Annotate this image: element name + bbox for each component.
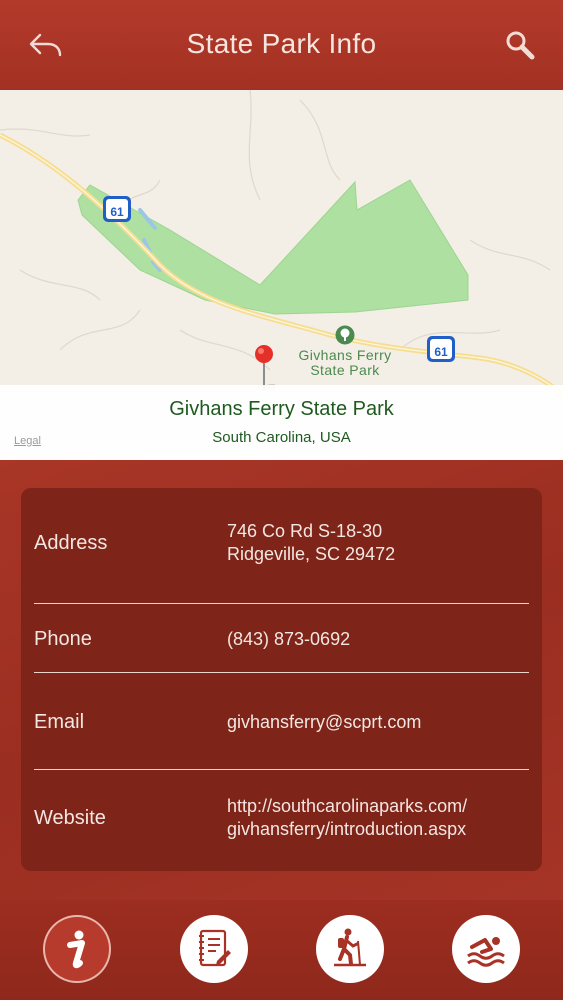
- email-label: Email: [34, 711, 85, 733]
- email-value[interactable]: givhansferry@scprt.com: [227, 711, 421, 734]
- website-row: Website http://southcarolinaparks.com/ g…: [21, 770, 542, 870]
- shield-number: 61: [434, 345, 448, 359]
- app-header: State Park Info: [0, 0, 563, 90]
- tab-swimming[interactable]: [452, 915, 520, 983]
- phone-label: Phone: [34, 628, 92, 650]
- page-title: State Park Info: [186, 28, 377, 59]
- park-info-card: Address 746 Co Rd S-18-30 Ridgeville, SC…: [21, 488, 542, 871]
- tab-notes[interactable]: [180, 915, 248, 983]
- address-label: Address: [34, 532, 108, 554]
- park-boundary: [77, 179, 469, 315]
- phone-row: Phone (843) 873-0692: [21, 604, 542, 672]
- park-label-line1: Givhans Ferry: [298, 347, 392, 363]
- info-icon: [67, 930, 85, 969]
- route-shield-icon: 61: [427, 336, 455, 362]
- map-caption-subtitle: South Carolina, USA: [212, 429, 351, 446]
- search-button[interactable]: [501, 26, 541, 66]
- tab-info[interactable]: [43, 915, 111, 983]
- park-label-line2: State Park: [310, 362, 380, 378]
- bottom-tab-bar: [0, 900, 563, 1000]
- search-icon: [506, 31, 535, 60]
- map-caption: Givhans Ferry State Park South Carolina,…: [0, 385, 563, 460]
- legal-link[interactable]: Legal: [14, 435, 41, 447]
- email-row: Email givhansferry@scprt.com: [21, 673, 542, 769]
- phone-value[interactable]: (843) 873-0692: [227, 628, 350, 651]
- website-value[interactable]: http://southcarolinaparks.com/ givhansfe…: [227, 795, 467, 841]
- map-caption-title: Givhans Ferry State Park: [169, 398, 394, 420]
- address-row: Address 746 Co Rd S-18-30 Ridgeville, SC…: [21, 488, 542, 603]
- shield-number: 61: [110, 205, 124, 219]
- hiker-icon: [334, 928, 366, 967]
- park-tree-icon: [335, 325, 355, 345]
- notebook-icon: [199, 929, 231, 967]
- website-label: Website: [34, 807, 106, 829]
- tab-hiking[interactable]: [316, 915, 384, 983]
- address-value[interactable]: 746 Co Rd S-18-30 Ridgeville, SC 29472: [227, 520, 395, 566]
- park-map-label: Givhans Ferry State Park: [283, 348, 407, 378]
- route-shield-icon: 61: [103, 196, 131, 222]
- park-map[interactable]: 61 61 Givhans Ferry State Park Givhans F…: [0, 90, 563, 460]
- swimmer-icon: [467, 937, 505, 967]
